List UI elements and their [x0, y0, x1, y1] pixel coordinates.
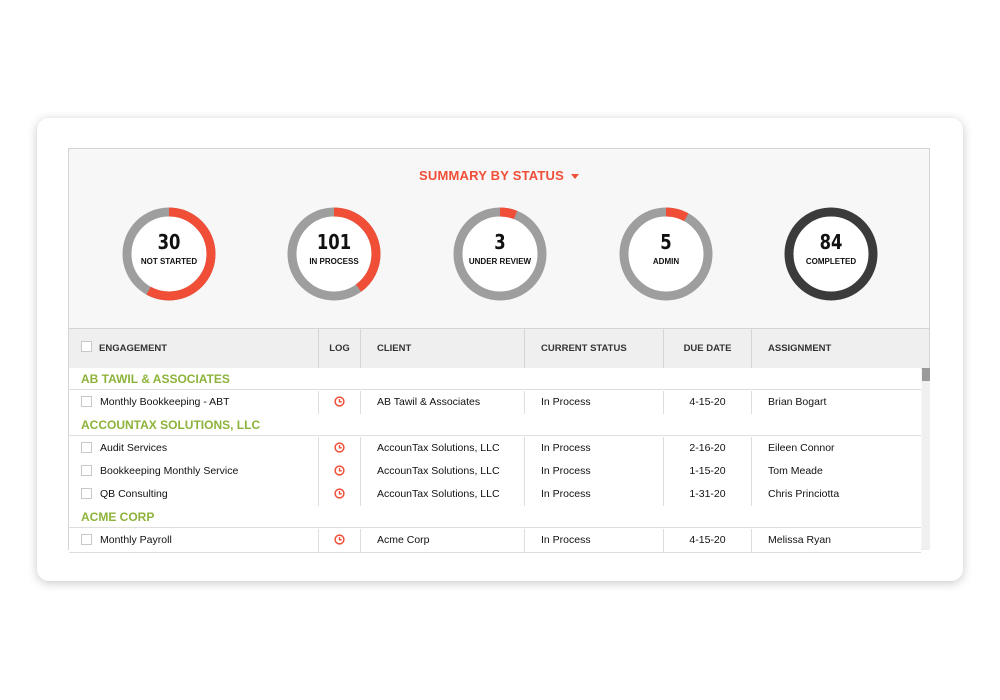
client-cell: AccounTax Solutions, LLC [361, 437, 525, 460]
clock-icon[interactable] [334, 534, 345, 546]
table-row[interactable]: QB Consulting AccounTax Solutions, LLC In … [69, 483, 921, 507]
assignment-cell: Chris Princiotta [768, 488, 840, 500]
header-engagement[interactable]: ENGAGEMENT [69, 329, 319, 368]
status-cell: In Process [525, 460, 664, 483]
engagement-cell[interactable]: Monthly Bookkeeping - ABT [69, 391, 319, 414]
donut-ring [619, 207, 713, 301]
select-all-checkbox[interactable] [81, 341, 92, 352]
engagement-cell[interactable]: Monthly Payroll [69, 529, 319, 552]
log-cell[interactable] [319, 529, 361, 552]
donut-ring [784, 207, 878, 301]
status-cell: In Process [525, 391, 664, 414]
due-date-cell: 2-16-20 [664, 437, 752, 460]
donut-not-started[interactable]: 30 NOT STARTED [120, 205, 218, 303]
engagement-name: Audit Services [100, 442, 168, 454]
due-date-cell: 4-15-20 [664, 529, 752, 552]
assignment-cell: Brian Bogart [768, 396, 827, 408]
table-row[interactable]: Bookkeeping Monthly Service AccounTax Sol… [69, 460, 921, 484]
donut-ring [453, 207, 547, 301]
donut-admin[interactable]: 5 ADMIN [617, 205, 715, 303]
status-label: IN PROCESS [309, 257, 359, 266]
table-row[interactable]: Audit Services AccounTax Solutions, LLC In… [69, 437, 921, 461]
client-cell: AB Tawil & Associates [361, 391, 525, 414]
scrollbar-thumb[interactable] [922, 368, 930, 381]
log-cell[interactable] [319, 483, 361, 506]
donut-in-process[interactable]: 101 IN PROCESS [285, 205, 383, 303]
row-checkbox[interactable] [81, 533, 92, 545]
clock-icon[interactable] [334, 465, 345, 477]
engagement-name: Bookkeeping Monthly Service [100, 465, 239, 477]
header-client[interactable]: CLIENT [361, 329, 525, 368]
assignment-cell: Tom Meade [768, 465, 823, 477]
donut-ring [287, 207, 381, 301]
donut-under-review[interactable]: 3 UNDER REVIEW [451, 205, 549, 303]
engagement-name: Monthly Payroll [100, 534, 172, 546]
client-cell: AccounTax Solutions, LLC [361, 460, 525, 483]
client-group-header[interactable]: AB TAWIL & ASSOCIATES [69, 368, 921, 390]
table-row[interactable]: Monthly Bookkeeping - ABT AB Tawil & Asso… [69, 391, 921, 415]
header-assignment[interactable]: ASSIGNMENT [752, 329, 929, 368]
log-cell[interactable] [319, 391, 361, 414]
due-date-cell: 4-15-20 [664, 391, 752, 414]
engagement-cell[interactable]: QB Consulting [69, 483, 319, 506]
status-cell: In Process [525, 483, 664, 506]
clock-icon[interactable] [334, 396, 345, 408]
log-cell[interactable] [319, 460, 361, 483]
donut-completed[interactable]: 84 COMPLETED [782, 205, 880, 303]
log-cell[interactable] [319, 437, 361, 460]
header-current-status[interactable]: CURRENT STATUS [525, 329, 664, 368]
client-cell: AccounTax Solutions, LLC [361, 483, 525, 506]
row-checkbox[interactable] [81, 464, 92, 476]
engagement-table-body: AB TAWIL & ASSOCIATES Monthly Bookkeeping… [69, 368, 921, 553]
due-date-cell: 1-31-20 [664, 483, 752, 506]
client-cell: Acme Corp [361, 529, 525, 552]
assignment-cell: Melissa Ryan [768, 534, 832, 546]
status-count: 84 [819, 230, 843, 254]
engagement-cell[interactable]: Bookkeeping Monthly Service [69, 460, 319, 483]
summary-panel: SUMMARY BY STATUS 30 NOT STARTED 101 IN PRO… [68, 148, 930, 553]
row-checkbox[interactable] [81, 441, 92, 453]
status-count: 30 [157, 230, 181, 254]
caret-down-icon [570, 174, 579, 180]
table-header: ENGAGEMENT LOG CLIENT CURRENT STATUS DUE… [69, 328, 929, 369]
status-cell: In Process [525, 529, 664, 552]
engagement-cell[interactable]: Audit Services [69, 437, 319, 460]
due-date-cell: 1-15-20 [664, 460, 752, 483]
status-label: COMPLETED [805, 257, 857, 266]
row-checkbox[interactable] [81, 487, 92, 499]
status-cell: In Process [525, 437, 664, 460]
status-label: UNDER REVIEW [468, 257, 532, 266]
summary-title-label: SUMMARY BY STATUS [419, 168, 564, 183]
vertical-scrollbar[interactable] [922, 368, 930, 550]
status-count: 5 [660, 230, 672, 254]
engagement-name: Monthly Bookkeeping - ABT [100, 396, 230, 408]
summary-by-status-dropdown[interactable]: SUMMARY BY STATUS [69, 168, 929, 183]
header-engagement-label: ENGAGEMENT [99, 343, 168, 354]
assignment-cell: Eileen Connor [768, 442, 835, 454]
status-count: 3 [494, 230, 506, 254]
status-label: ADMIN [652, 257, 680, 266]
clock-icon[interactable] [334, 442, 345, 454]
engagement-name: QB Consulting [100, 488, 168, 500]
client-group-header[interactable]: ACCOUNTAX SOLUTIONS, LLC [69, 414, 921, 436]
status-count: 101 [316, 230, 352, 254]
header-log[interactable]: LOG [319, 329, 361, 368]
donut-ring [122, 207, 216, 301]
header-due-date[interactable]: DUE DATE [664, 329, 752, 368]
row-checkbox[interactable] [81, 395, 92, 407]
status-label: NOT STARTED [140, 257, 198, 266]
clock-icon[interactable] [334, 488, 345, 500]
table-row[interactable]: Monthly Payroll Acme Corp In Process 4-15-2… [69, 529, 921, 553]
client-group-header[interactable]: ACME CORP [69, 506, 921, 528]
